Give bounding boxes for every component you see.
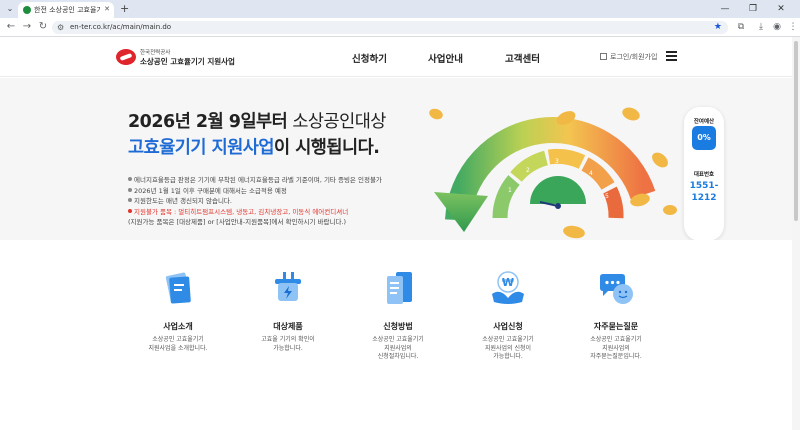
scrollbar-thumb[interactable] bbox=[794, 41, 798, 221]
hamburger-menu-icon[interactable] bbox=[666, 51, 677, 61]
minimize-icon[interactable]: — bbox=[718, 2, 732, 16]
tab-search-icon[interactable]: ⌄ bbox=[4, 3, 16, 15]
gauge-number-3: 3 bbox=[555, 158, 559, 165]
quick-menu-item-target-products[interactable]: 대상제품 고효율 기기의 확인이 가능합니다. bbox=[238, 268, 338, 353]
note-item: 지원한도는 매년 갱신되지 않습니다. bbox=[128, 196, 428, 207]
logo-program-name: 소상공인 고효율기기 지원사업 bbox=[140, 57, 235, 66]
efficiency-gauge-illustration: 1 2 3 4 5 bbox=[429, 107, 677, 239]
profile-icon[interactable]: ◉ bbox=[770, 20, 784, 34]
quick-menu-desc: 고효율 기기의 확인이 가능합니다. bbox=[261, 336, 315, 352]
quick-menu-title: 사업소개 bbox=[163, 322, 193, 331]
nav-customer-center[interactable]: 고객센터 bbox=[505, 51, 540, 65]
quick-menu: 사업소개 소상공인 고효율기기 지원사업을 소개합니다. 대상제품 고효율 기기의… bbox=[0, 240, 800, 430]
svg-text:₩: ₩ bbox=[502, 276, 514, 289]
quick-menu-desc: 소상공인 고효율기기 지원사업을 소개합니다. bbox=[148, 336, 208, 352]
tab-title: 한전 소상공인 고효율기기 구! bbox=[34, 6, 100, 14]
quick-menu-title: 자주묻는질문 bbox=[593, 322, 639, 331]
plug-icon bbox=[268, 268, 308, 308]
nav-apply[interactable]: 신청하기 bbox=[352, 51, 387, 65]
forward-icon[interactable]: → bbox=[20, 20, 34, 34]
hero-headline-line1: 2026년 2월 9일부터 소상공인대상 bbox=[128, 112, 386, 132]
hero-notes: 에너지효율등급 판정은 기기에 부착된 에너지효율등급 라벨 기준이며, 기타 … bbox=[128, 175, 428, 228]
nav-program-info[interactable]: 사업안내 bbox=[428, 51, 463, 65]
back-icon[interactable]: ← bbox=[4, 20, 18, 34]
document-stack-icon bbox=[158, 268, 198, 308]
browser-menu-icon[interactable]: ⋮ bbox=[786, 20, 800, 34]
quick-menu-desc: 소상공인 고효율기기 지원사업의 자주묻는질문입니다. bbox=[590, 336, 642, 360]
extensions-icon[interactable]: ⧉ bbox=[734, 20, 748, 34]
login-link[interactable]: 로그인/회원가입 bbox=[600, 52, 657, 62]
download-icon[interactable]: ⤓ bbox=[754, 20, 768, 34]
favicon-icon bbox=[23, 6, 31, 14]
logo-org-name: 한국전력공사 bbox=[140, 50, 171, 56]
gauge-number-2: 2 bbox=[526, 167, 530, 174]
kepco-logo[interactable]: 한국전력공사 소상공인 고효율기기 지원사업 bbox=[116, 48, 235, 68]
gauge-number-1: 1 bbox=[508, 187, 512, 194]
kepco-logo-mark bbox=[116, 49, 136, 65]
quick-menu-title: 신청방법 bbox=[383, 322, 413, 331]
remaining-budget-label: 잔여예산 bbox=[693, 119, 715, 125]
quick-menu-item-how-to-apply[interactable]: 신청방법 소상공인 고효율기기 지원사업의 신청절차입니다. bbox=[348, 268, 448, 362]
quick-menu-title: 사업신청 bbox=[493, 322, 523, 331]
gauge-number-4: 4 bbox=[589, 170, 593, 177]
note-item: 에너지효율등급 판정은 기기에 부착된 에너지효율등급 라벨 기준이며, 기타 … bbox=[128, 175, 428, 186]
site-info-icon[interactable]: ⚙ bbox=[57, 22, 64, 33]
browser-toolbar: ← → ↻ ⚙ en-ter.co.kr/ac/main/main.do ★ ⧉… bbox=[0, 18, 800, 37]
browser-tab-bar: ⌄ 한전 소상공인 고효율기기 구! ✕ + — ❐ ✕ bbox=[0, 0, 800, 18]
browser-tab[interactable]: 한전 소상공인 고효율기기 구! ✕ bbox=[18, 2, 114, 18]
new-tab-icon[interactable]: + bbox=[120, 2, 129, 16]
quick-menu-title: 대상제품 bbox=[273, 322, 303, 331]
gauge-number-5: 5 bbox=[605, 193, 609, 200]
window-close-icon[interactable]: ✕ bbox=[774, 2, 788, 16]
page-scrollbar[interactable] bbox=[792, 37, 800, 430]
address-bar[interactable]: ⚙ en-ter.co.kr/ac/main/main.do ★ bbox=[52, 21, 728, 34]
note-item: 2026년 1월 1일 이후 구매분에 대해서는 소급적용 예정 bbox=[128, 186, 428, 197]
phone-number[interactable]: 1551- 1212 bbox=[684, 180, 724, 204]
site-header: 한국전력공사 소상공인 고효율기기 지원사업 신청하기 사업안내 고객센터 로그… bbox=[0, 37, 800, 77]
restore-icon[interactable]: ❐ bbox=[746, 2, 760, 16]
chat-bubble-icon bbox=[596, 268, 636, 308]
login-icon bbox=[600, 53, 607, 60]
bookmark-star-icon[interactable]: ★ bbox=[714, 21, 722, 34]
quick-menu-desc: 소상공인 고효율기기 지원사업의 신청이 가능합니다. bbox=[482, 336, 534, 360]
won-hand-icon: ₩ bbox=[488, 268, 528, 308]
hero-headline-line2: 고효율기기 지원사업이 시행됩니다. bbox=[128, 138, 380, 158]
quick-menu-desc: 소상공인 고효율기기 지원사업의 신청절차입니다. bbox=[372, 336, 424, 360]
quick-menu-item-apply[interactable]: ₩ 사업신청 소상공인 고효율기기 지원사업의 신청이 가능합니다. bbox=[458, 268, 558, 362]
remaining-budget-value: 0% bbox=[692, 126, 716, 150]
quick-menu-item-faq[interactable]: 자주묻는질문 소상공인 고효율기기 지원사업의 자주묻는질문입니다. bbox=[566, 268, 666, 362]
phone-label: 대표번호 bbox=[693, 172, 715, 178]
tab-close-icon[interactable]: ✕ bbox=[104, 5, 110, 13]
note-item: (지원가능 품목은 [대상제품] or [사업안내-지원품목]에서 확인하시기 … bbox=[128, 218, 347, 226]
url-text[interactable]: en-ter.co.kr/ac/main/main.do bbox=[70, 23, 171, 32]
note-item-warning: 지원불가 품목 : 멀티히트펌프시스템, 냉동고, 김치냉장고, 이동식 에어컨… bbox=[128, 207, 428, 218]
quick-menu-item-program-intro[interactable]: 사업소개 소상공인 고효율기기 지원사업을 소개합니다. bbox=[128, 268, 228, 353]
hero-banner: 2026년 2월 9일부터 소상공인대상 고효율기기 지원사업이 시행됩니다. … bbox=[0, 78, 800, 241]
side-quick-widget: 잔여예산 0% 대표번호 1551- 1212 bbox=[684, 107, 724, 241]
clipboard-icon bbox=[378, 268, 418, 308]
reload-icon[interactable]: ↻ bbox=[36, 20, 50, 34]
login-label: 로그인/회원가입 bbox=[610, 53, 658, 61]
